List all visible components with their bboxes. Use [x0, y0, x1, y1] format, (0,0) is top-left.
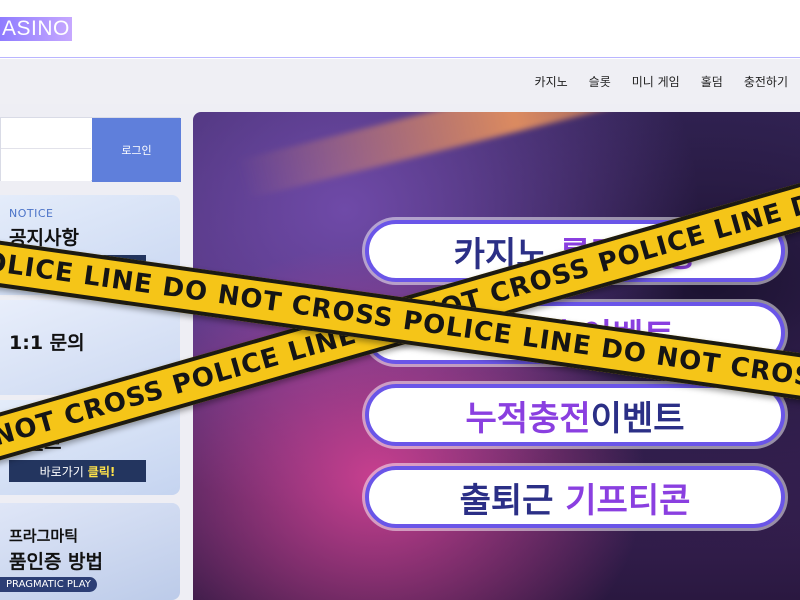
click-label: 클릭!	[87, 259, 116, 274]
event-go-button[interactable]: 바로가기 클릭!	[9, 460, 146, 482]
nav-item-slot[interactable]: 슬롯	[589, 73, 611, 90]
event-banner[interactable]: EVENT 이벤트 바로가기 클릭!	[0, 400, 180, 495]
pill-purple-text: 누적충전	[465, 398, 591, 439]
notice-go-button[interactable]: 바로가기 클릭!	[9, 255, 146, 277]
notice-title: 공지사항	[9, 227, 79, 249]
click-label: 클릭!	[87, 464, 116, 479]
hero-banner[interactable]: 카지노 롤링 매충 페이백 이벤트 누적충전 이벤트 출퇴근 기프티콘	[193, 112, 800, 600]
pill-dark-text: 카지노	[453, 234, 548, 275]
hero-light-streak	[236, 112, 790, 200]
hero-pill-payback[interactable]: 페이백 이벤트	[365, 302, 785, 364]
pragmatic-line2: 품인증 방법	[9, 551, 104, 573]
inquiry-title: 1:1 문의	[9, 332, 85, 354]
pragmatic-brand-logo: PRAGMATIC PLAY	[0, 577, 97, 592]
notice-banner[interactable]: NOTICE 공지사항 바로가기 클릭!	[0, 195, 180, 295]
pragmatic-line1: 프라그마틱	[9, 527, 79, 545]
main-nav: 카지노 슬롯 미니 게임 홀덤 충전하기	[514, 59, 788, 104]
pill-dark-text: 출퇴근	[459, 480, 554, 521]
pill-purple-text: 롤링 매충	[559, 234, 697, 275]
hero-pill-rolling[interactable]: 카지노 롤링 매충	[365, 220, 785, 282]
pill-dark-text: 이벤트	[590, 398, 685, 439]
event-title: 이벤트	[9, 432, 62, 454]
inquiry-banner[interactable]: 1:1 문의	[0, 300, 180, 395]
nav-item-mini-game[interactable]: 미니 게임	[632, 73, 680, 90]
header-bar: ASINO	[0, 0, 800, 58]
login-form: 로그인	[0, 117, 181, 182]
go-label: 바로가기	[39, 464, 84, 479]
password-input[interactable]	[1, 150, 91, 181]
pill-purple-text: 기프티콘	[565, 480, 691, 521]
nav-item-holdem[interactable]: 홀덤	[701, 73, 723, 90]
nav-item-deposit[interactable]: 충전하기	[744, 73, 788, 90]
site-logo[interactable]: ASINO	[0, 17, 72, 41]
pragmatic-banner[interactable]: 프라그마틱 품인증 방법 PRAGMATIC PLAY	[0, 503, 180, 600]
nav-bar: 카지노 슬롯 미니 게임 홀덤 충전하기	[0, 59, 800, 104]
pill-purple-text: 페이백 이벤트	[475, 316, 675, 357]
hero-pill-gifticon[interactable]: 출퇴근 기프티콘	[365, 466, 785, 528]
login-button[interactable]: 로그인	[92, 118, 181, 182]
go-label: 바로가기	[39, 259, 84, 274]
nav-item-casino[interactable]: 카지노	[535, 73, 568, 90]
username-input[interactable]	[1, 118, 91, 149]
event-en-label: EVENT	[9, 410, 48, 423]
notice-en-label: NOTICE	[9, 207, 54, 220]
hero-pill-accumulate[interactable]: 누적충전 이벤트	[365, 384, 785, 446]
